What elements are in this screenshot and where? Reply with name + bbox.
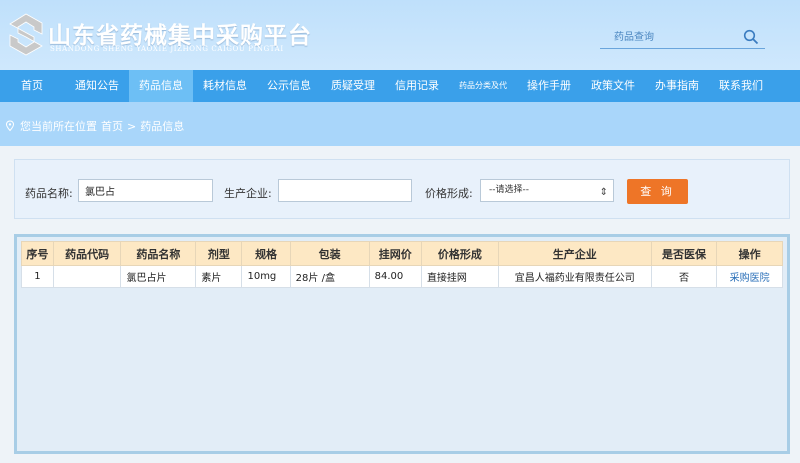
cell-drug-code — [52, 265, 122, 288]
cell-index: 1 — [21, 265, 54, 288]
col-header-spec: 规格 — [241, 241, 291, 266]
manufacturer-label: 生产企业: — [224, 187, 272, 200]
logo-icon — [9, 13, 43, 56]
price-formation-label: 价格形成: — [425, 187, 473, 200]
col-header-drug-code: 药品代码 — [52, 241, 122, 266]
price-formation-selected: --请选择-- — [489, 185, 529, 195]
nav-item-complaints[interactable]: 质疑受理 — [322, 70, 384, 102]
breadcrumb-current: 药品信息 — [140, 120, 185, 133]
drug-name-label: 药品名称: — [25, 187, 73, 200]
site-header: 山东省药械集中采购平台 SHANDONG SHENG YAOXIE JIZHON… — [0, 0, 800, 70]
search-icon[interactable] — [743, 29, 759, 45]
nav-item-consumables[interactable]: 耗材信息 — [194, 70, 256, 102]
nav-item-home[interactable]: 首页 — [6, 70, 58, 102]
main-nav: 首页 通知公告 药品信息 耗材信息 公示信息 质疑受理 信用记录 药品分类及代 … — [0, 70, 800, 102]
breadcrumb: 您当前所在位置 首页 > 药品信息 — [4, 118, 184, 134]
results-panel: 序号 药品代码 药品名称 剂型 规格 包装 挂网价 价格形成 生产企业 是否医保… — [14, 234, 790, 454]
breadcrumb-bar: 您当前所在位置 首页 > 药品信息 — [0, 102, 800, 146]
cell-manufacturer: 宜昌人福药业有限责任公司 — [497, 265, 652, 288]
nav-item-public-info[interactable]: 公示信息 — [258, 70, 320, 102]
col-header-price-formation: 价格形成 — [420, 241, 499, 266]
cell-price-formation: 直接挂网 — [420, 265, 499, 288]
query-button[interactable]: 查 询 — [627, 179, 688, 204]
search-filter-panel: 药品名称: 生产企业: 价格形成: --请选择-- ⇕ 查 询 — [14, 159, 790, 219]
table-header-row: 序号 药品代码 药品名称 剂型 规格 包装 挂网价 价格形成 生产企业 是否医保… — [21, 241, 783, 266]
nav-item-drug-classification[interactable]: 药品分类及代 — [450, 70, 516, 102]
col-header-insurance: 是否医保 — [650, 241, 718, 266]
table-row: 1 氯巴占片 素片 10mg 28片 /盒 84.00 直接挂网 宜昌人福药业有… — [21, 265, 783, 288]
col-header-package: 包装 — [289, 241, 370, 266]
location-icon — [5, 120, 15, 132]
manufacturer-input[interactable] — [278, 179, 412, 202]
col-header-dosage-form: 剂型 — [195, 241, 243, 266]
nav-item-drug-info[interactable]: 药品信息 — [129, 70, 193, 102]
col-header-drug-name: 药品名称 — [120, 241, 197, 266]
results-table: 序号 药品代码 药品名称 剂型 规格 包装 挂网价 价格形成 生产企业 是否医保… — [21, 241, 783, 288]
cell-spec: 10mg — [241, 265, 291, 288]
purchase-hospital-link[interactable]: 采购医院 — [716, 265, 783, 288]
search-input[interactable] — [600, 27, 735, 47]
nav-item-credit-records[interactable]: 信用记录 — [386, 70, 448, 102]
col-header-index: 序号 — [21, 241, 54, 266]
col-header-price: 挂网价 — [368, 241, 422, 266]
cell-package: 28片 /盒 — [289, 265, 370, 288]
drug-name-input[interactable] — [78, 179, 213, 202]
site-subtitle: SHANDONG SHENG YAOXIE JIZHONG CAIGOU PIN… — [50, 45, 284, 53]
col-header-action: 操作 — [716, 241, 783, 266]
nav-item-manual[interactable]: 操作手册 — [518, 70, 580, 102]
nav-item-notices[interactable]: 通知公告 — [66, 70, 128, 102]
search-box — [600, 27, 765, 49]
cell-dosage-form: 素片 — [195, 265, 243, 288]
nav-item-policy[interactable]: 政策文件 — [582, 70, 644, 102]
price-formation-select[interactable]: --请选择-- ⇕ — [480, 179, 614, 202]
cell-price: 84.00 — [368, 265, 422, 288]
breadcrumb-home[interactable]: 首页 — [101, 118, 123, 134]
breadcrumb-separator: > — [127, 119, 137, 133]
nav-item-contact[interactable]: 联系我们 — [710, 70, 772, 102]
cell-insurance: 否 — [650, 265, 718, 288]
breadcrumb-prefix: 您当前所在位置 — [20, 120, 97, 133]
cell-drug-name: 氯巴占片 — [120, 265, 197, 288]
col-header-manufacturer: 生产企业 — [497, 241, 652, 266]
nav-item-guide[interactable]: 办事指南 — [646, 70, 708, 102]
updown-arrow-icon: ⇕ — [599, 187, 608, 198]
